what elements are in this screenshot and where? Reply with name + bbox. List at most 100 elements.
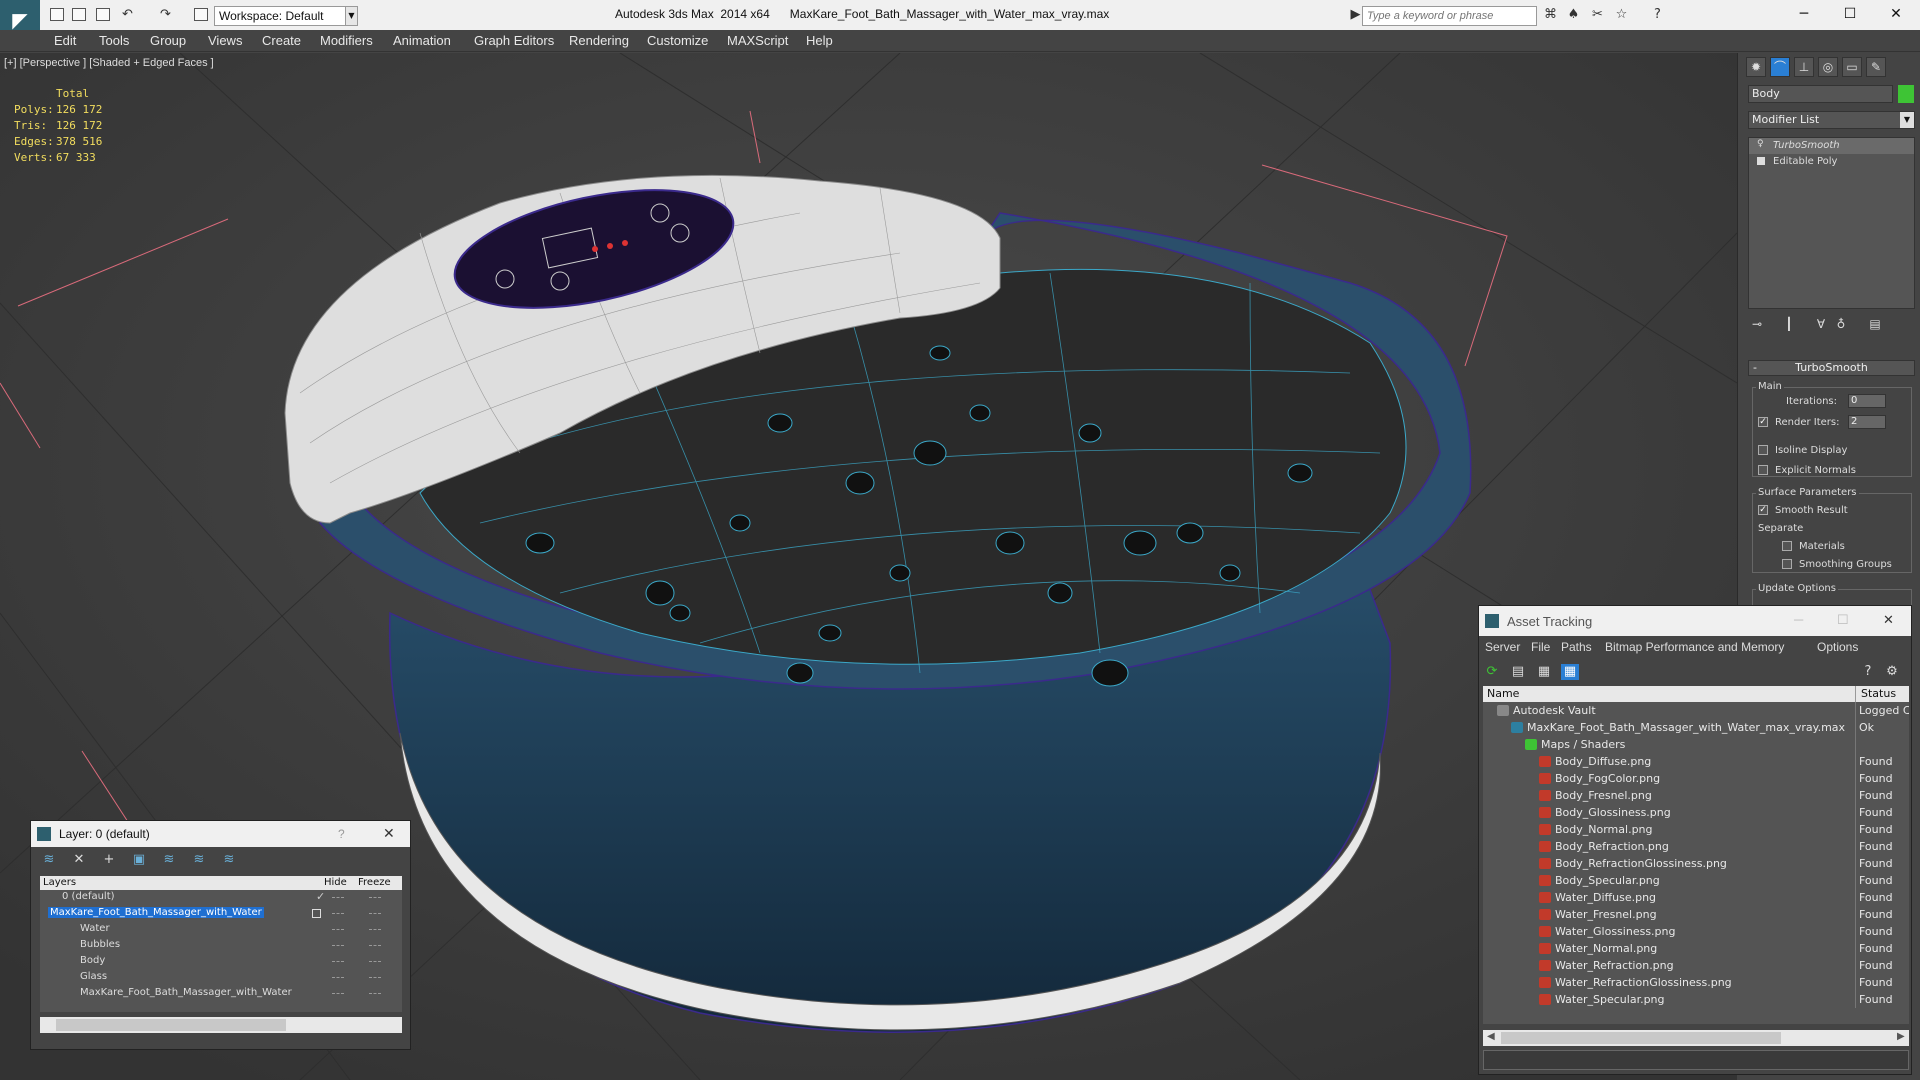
create-tab-icon[interactable]: ✹ [1746,57,1766,77]
layer-row[interactable]: Body [40,954,402,970]
hide-toggle[interactable] [332,929,344,930]
menu-options[interactable]: Options [1817,640,1858,654]
asset-row[interactable]: Body_Fresnel.png Found [1483,787,1909,804]
layer-row[interactable]: MaxKare_Foot_Bath_Massager_with_Water [40,906,402,922]
freeze-toggle[interactable] [369,977,381,978]
layer-row[interactable]: MaxKare_Foot_Bath_Massager_with_Water [40,986,402,1002]
hide-toggle[interactable] [332,977,344,978]
menu-bitmap-performance[interactable]: Bitmap Performance and Memory [1605,640,1784,654]
list-view-icon[interactable]: ▤ [1509,664,1527,680]
hide-toggle[interactable] [332,961,344,962]
hide-toggle[interactable] [332,993,344,994]
asset-row[interactable]: Body_RefractionGlossiness.png Found [1483,855,1909,872]
remove-modifier-icon[interactable]: ♁ [1834,317,1848,331]
configure-sets-icon[interactable]: ▤ [1868,317,1882,331]
close-icon[interactable]: ✕ [1883,612,1894,628]
freeze-toggle[interactable] [369,913,381,914]
binoculars-icon[interactable]: ⌘ [1543,8,1558,22]
highlight-layer-icon[interactable]: ≋ [161,853,177,867]
menu-maxscript[interactable]: MAXScript [727,33,788,48]
render-iters-spinner[interactable]: 2 [1848,415,1886,429]
asset-row[interactable]: Water_Specular.png Found [1483,991,1909,1008]
hide-all-icon[interactable]: ≋ [191,853,207,867]
asset-path-field[interactable] [1483,1050,1909,1070]
maximize-icon[interactable]: ☐ [1837,612,1849,628]
horizontal-scrollbar[interactable] [40,1017,402,1033]
scrollbar-thumb[interactable] [1501,1032,1781,1044]
asset-row[interactable]: Water_Refraction.png Found [1483,957,1909,974]
column-freeze[interactable]: Freeze [358,877,391,888]
menu-graph-editors[interactable]: Graph Editors [474,33,554,48]
settings-icon[interactable]: ⚙ [1883,664,1901,680]
layers-icon[interactable]: ≋ [41,853,57,867]
freeze-toggle[interactable] [369,897,381,898]
viewport-label[interactable]: [+] [Perspective ] [Shaded + Edged Faces… [4,57,214,69]
stack-item-editable-poly[interactable]: Editable Poly [1749,154,1914,170]
motion-tab-icon[interactable]: ◎ [1818,57,1838,77]
close-button[interactable]: ✕ [1873,0,1919,30]
hide-toggle[interactable] [332,897,344,898]
object-color-swatch[interactable] [1898,85,1914,103]
freeze-toggle[interactable] [369,929,381,930]
make-unique-icon[interactable]: ∀ [1814,317,1828,331]
undo-icon[interactable]: ↶ [120,8,135,22]
lightbulb-icon[interactable]: ♀ [1757,139,1764,149]
close-icon[interactable]: ✕ [383,825,395,842]
freeze-toggle[interactable] [369,945,381,946]
asset-row[interactable]: Body_Specular.png Found [1483,872,1909,889]
asset-row[interactable]: Water_Normal.png Found [1483,940,1909,957]
menu-file[interactable]: File [1531,640,1550,654]
layer-row[interactable]: Bubbles [40,938,402,954]
maximize-button[interactable]: ☐ [1827,0,1873,30]
hide-toggle[interactable] [332,945,344,946]
column-name[interactable]: Name [1487,687,1519,700]
new-file-icon[interactable] [50,8,64,21]
menu-server[interactable]: Server [1485,640,1520,654]
menu-modifiers[interactable]: Modifiers [320,33,373,48]
column-status[interactable]: Status [1861,687,1896,700]
expand-icon[interactable] [1757,157,1765,165]
menu-rendering[interactable]: Rendering [569,33,629,48]
asset-tracking-titlebar[interactable]: Asset Tracking ─ ☐ ✕ [1479,606,1911,636]
redo-icon[interactable]: ↷ [158,8,173,22]
search-input[interactable] [1362,6,1537,26]
layer-row[interactable]: 0 (default) ✓ [40,890,402,906]
smooth-result-checkbox[interactable]: ✓ [1758,505,1768,515]
stack-item-turbosmooth[interactable]: ♀ TurboSmooth [1749,138,1914,154]
menu-customize[interactable]: Customize [647,33,708,48]
asset-row[interactable]: Body_Normal.png Found [1483,821,1909,838]
horizontal-scrollbar[interactable]: ◀ ▶ [1483,1030,1909,1046]
menu-views[interactable]: Views [208,33,242,48]
column-layers[interactable]: Layers [43,877,76,888]
hide-toggle[interactable] [332,913,344,914]
modify-tab-icon[interactable]: ⌒ [1770,57,1790,77]
workspace-select[interactable]: Workspace: Default [214,6,357,26]
menu-animation[interactable]: Animation [393,33,451,48]
menu-edit[interactable]: Edit [54,33,76,48]
scrollbar-thumb[interactable] [56,1019,286,1031]
asset-row[interactable]: Water_RefractionGlossiness.png Found [1483,974,1909,991]
explicit-normals-checkbox[interactable] [1758,465,1768,475]
asset-row[interactable]: Water_Diffuse.png Found [1483,889,1909,906]
menu-help[interactable]: Help [806,33,833,48]
display-tab-icon[interactable]: ▭ [1842,57,1862,77]
table-view-icon[interactable]: ▦ [1535,664,1553,680]
column-hide[interactable]: Hide [324,877,347,888]
pin-stack-icon[interactable]: ⊸ [1750,317,1764,331]
asset-row[interactable]: Water_Glossiness.png Found [1483,923,1909,940]
modifier-list-dropdown[interactable]: Modifier List ▼ [1748,111,1915,129]
asset-row[interactable]: Autodesk Vault Logged C [1483,702,1909,719]
turbosmooth-rollout-header[interactable]: - TurboSmooth [1748,360,1915,376]
minimize-button[interactable]: ─ [1781,0,1827,30]
show-end-result-icon[interactable]: ┃ [1782,317,1796,331]
help-icon[interactable]: ? [338,827,345,841]
communication-center-icon[interactable]: ♠ [1566,8,1581,22]
grid-view-icon[interactable]: ▦ [1561,664,1579,680]
menu-paths[interactable]: Paths [1561,640,1592,654]
favorites-star-icon[interactable]: ☆ [1614,8,1629,22]
asset-row[interactable]: Body_FogColor.png Found [1483,770,1909,787]
render-iters-checkbox[interactable]: ✓ [1758,417,1768,427]
delete-layer-icon[interactable]: ✕ [71,853,87,867]
open-file-icon[interactable] [72,8,86,21]
layer-row[interactable]: Glass [40,970,402,986]
